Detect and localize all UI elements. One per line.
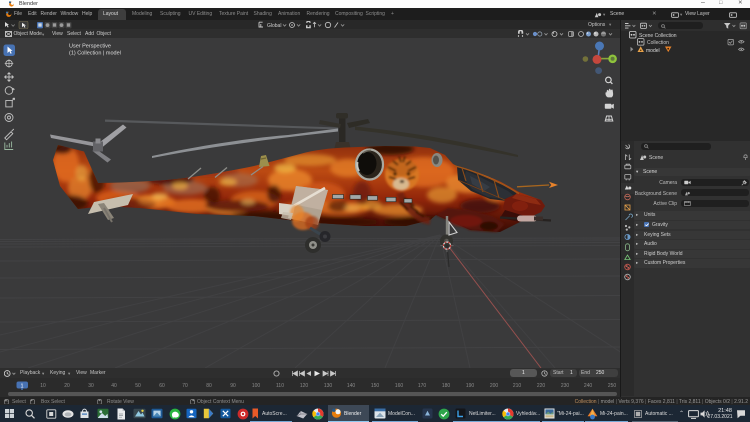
svg-text:240: 240: [584, 383, 593, 389]
svg-text:(1) Collection | model: (1) Collection | model: [69, 51, 121, 57]
svg-text:20: 20: [64, 383, 70, 389]
svg-text:230: 230: [561, 383, 570, 389]
svg-text:250: 250: [608, 383, 617, 389]
svg-text:Global: Global: [267, 23, 281, 29]
svg-text:220: 220: [537, 383, 546, 389]
svg-text:Collection: Collection: [647, 40, 669, 46]
svg-text:30: 30: [88, 383, 94, 389]
svg-text:50: 50: [135, 383, 141, 389]
svg-text:90: 90: [230, 383, 236, 389]
svg-text:170: 170: [418, 383, 427, 389]
svg-text:User Perspective: User Perspective: [69, 44, 111, 50]
svg-text:210: 210: [513, 383, 522, 389]
svg-text:190: 190: [466, 383, 475, 389]
svg-text:80: 80: [206, 383, 212, 389]
svg-text:130: 130: [324, 383, 333, 389]
svg-text:150: 150: [371, 383, 380, 389]
svg-text:120: 120: [300, 383, 309, 389]
svg-text:200: 200: [490, 383, 499, 389]
svg-text:70: 70: [182, 383, 188, 389]
svg-text:180: 180: [442, 383, 451, 389]
svg-text:100: 100: [252, 383, 261, 389]
svg-text:140: 140: [347, 383, 356, 389]
svg-text:110: 110: [276, 383, 284, 389]
svg-text:10: 10: [40, 383, 46, 389]
svg-text:Scene Collection: Scene Collection: [639, 33, 677, 39]
svg-text:model: model: [646, 48, 660, 54]
svg-text:60: 60: [159, 383, 165, 389]
svg-text:160: 160: [395, 383, 404, 389]
svg-text:1: 1: [20, 383, 23, 389]
svg-text:40: 40: [111, 383, 117, 389]
